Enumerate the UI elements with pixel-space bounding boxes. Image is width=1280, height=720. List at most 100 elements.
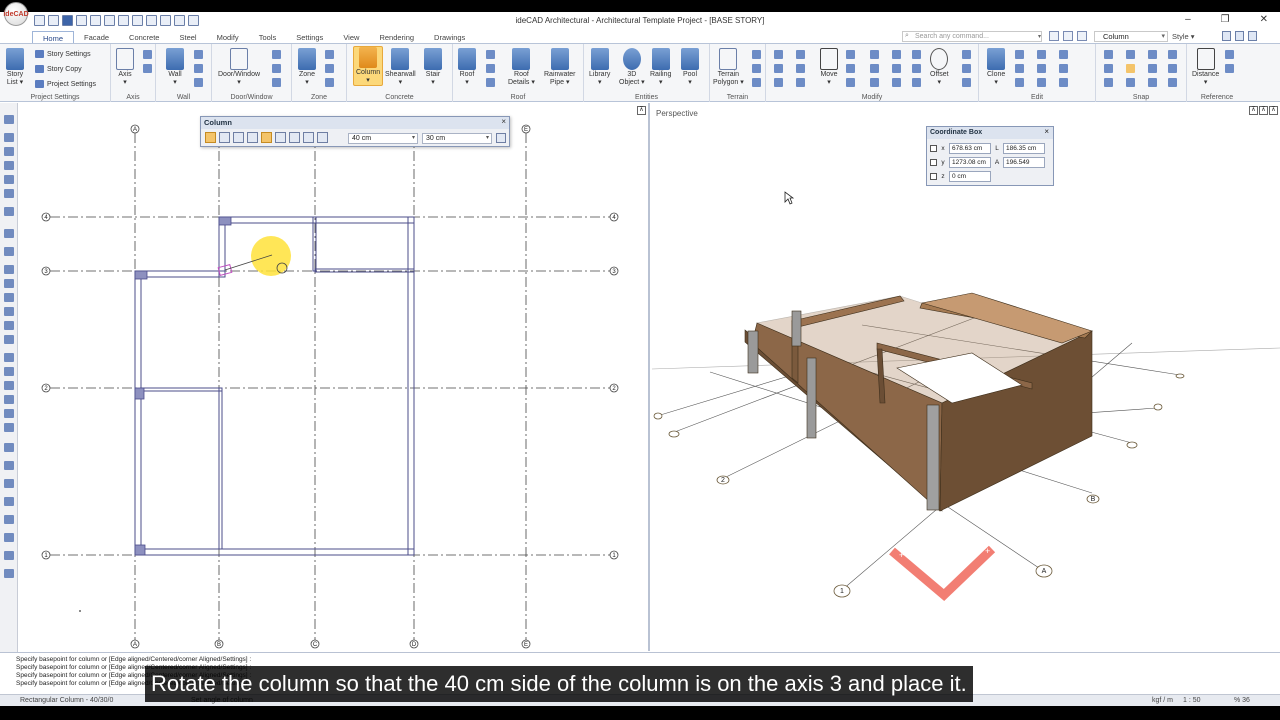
tool-24-icon[interactable] (4, 479, 14, 488)
tab-modify[interactable]: Modify (207, 31, 249, 43)
trim-icon[interactable] (870, 50, 879, 59)
roof-window-icon[interactable] (486, 78, 495, 87)
tool-16-icon[interactable] (4, 353, 14, 362)
pool-button[interactable]: Pool ▾ (681, 48, 699, 87)
tool-19-icon[interactable] (4, 395, 14, 404)
erase-icon[interactable] (912, 78, 921, 87)
window-edit-icon[interactable] (272, 64, 281, 73)
info-icon[interactable] (1235, 31, 1244, 41)
tab-settings[interactable]: Settings (286, 31, 333, 43)
distance-button[interactable]: Distance ▾ (1192, 48, 1219, 87)
ungroup-icon[interactable] (1059, 50, 1068, 59)
tab-home[interactable]: Home (32, 31, 75, 43)
snap-polar-icon[interactable] (1168, 50, 1177, 59)
tab-view[interactable]: View (333, 31, 369, 43)
modify-tool-9-icon[interactable] (962, 78, 971, 87)
snap-ortho-icon[interactable] (1148, 78, 1157, 87)
tool-14-icon[interactable] (4, 321, 14, 330)
polygon-column-icon[interactable] (233, 132, 244, 143)
wall-b-lower[interactable] (218, 387, 223, 550)
break-icon[interactable] (892, 78, 901, 87)
tool-8-icon[interactable] (4, 229, 14, 238)
snap-intersect-icon[interactable] (1126, 50, 1135, 59)
tab-facade[interactable]: Facade (74, 31, 119, 43)
rotate-column-icon[interactable] (317, 132, 328, 143)
chamfer-icon[interactable] (892, 64, 901, 73)
modify-tool-6-icon[interactable] (796, 78, 805, 87)
tool-12-icon[interactable] (4, 293, 14, 302)
persp-bubble-3[interactable] (668, 430, 680, 438)
rectangular-column-icon[interactable] (205, 132, 216, 143)
railing-button[interactable]: Railing ▾ (650, 48, 671, 87)
tool-25-icon[interactable] (4, 497, 14, 506)
wall-edit-icon[interactable] (194, 64, 203, 73)
column-3d-1[interactable] (747, 330, 759, 374)
coord-l-field[interactable]: 186.35 cm (1003, 143, 1045, 154)
restore-button[interactable]: ❐ (1221, 14, 1230, 25)
view-split-icon[interactable]: ⊼ (1259, 106, 1268, 115)
view-tile-icon[interactable]: ⊼ (1249, 106, 1258, 115)
stretch-icon[interactable] (870, 78, 879, 87)
copy-icon[interactable] (1015, 50, 1024, 59)
offset-button[interactable]: Offset ▾ (930, 48, 949, 87)
story-settings-button[interactable]: Story Settings (35, 50, 91, 58)
axis-tool-icon[interactable] (143, 50, 152, 59)
column-width-select[interactable]: 40 cm (348, 133, 418, 144)
status-zoom[interactable]: % 36 (1234, 697, 1250, 704)
wall-layer-icon[interactable] (194, 78, 203, 87)
column-3d-3[interactable] (806, 357, 817, 439)
plan-viewport[interactable]: A E A B C D E 4 3 2 1 4 3 2 1 ⊼ (18, 103, 650, 651)
tab-tools[interactable]: Tools (249, 31, 287, 43)
opening-icon[interactable] (272, 78, 281, 87)
group-icon[interactable] (1037, 78, 1046, 87)
search-dropdown-icon[interactable]: ▾ (1038, 33, 1041, 40)
tool-29-icon[interactable] (4, 569, 14, 578)
tool-9-icon[interactable] (4, 247, 14, 256)
wall-button[interactable]: Wall ▾ (166, 48, 184, 87)
view-expand-icon[interactable]: ⊼ (1269, 106, 1278, 115)
command-search-input[interactable]: Search any command... (902, 31, 1042, 42)
column-toolbar-title[interactable]: Column (201, 117, 509, 129)
active-command-select[interactable]: Column (1094, 31, 1168, 42)
modify-tool-4-icon[interactable] (796, 50, 805, 59)
column-3d-4[interactable] (926, 404, 940, 511)
column-align-icon[interactable] (261, 132, 272, 143)
tool-1-icon[interactable] (4, 115, 14, 124)
tool-26-icon[interactable] (4, 515, 14, 524)
story-list-button[interactable]: Story List ▾ (6, 48, 24, 87)
tab-rendering[interactable]: Rendering (369, 31, 424, 43)
tab-concrete[interactable]: Concrete (119, 31, 169, 43)
roof-button[interactable]: Roof ▾ (458, 48, 476, 87)
rotate-icon[interactable] (846, 50, 855, 59)
terrain-edit-icon[interactable] (752, 64, 761, 73)
close-icon[interactable]: × (1044, 127, 1049, 136)
zone-button[interactable]: Zone ▾ (298, 48, 316, 87)
zone-table-icon[interactable] (325, 78, 334, 87)
lock-y-checkbox[interactable] (930, 159, 937, 166)
cut-icon[interactable] (1015, 78, 1024, 87)
tool-18-icon[interactable] (4, 381, 14, 390)
column-b4[interactable] (218, 216, 232, 226)
wall-3-left[interactable] (134, 270, 226, 278)
rainwater-pipe-button[interactable]: Rainwater Pipe ▾ (544, 48, 576, 87)
tool-11-icon[interactable] (4, 279, 14, 288)
scale-icon[interactable] (846, 78, 855, 87)
snap-nearest-icon[interactable] (1148, 50, 1157, 59)
app-menu-button[interactable]: ideCAD (3, 2, 29, 26)
snap-endpoint-icon[interactable] (1104, 50, 1113, 59)
zone-fill-icon[interactable] (325, 64, 334, 73)
join-icon[interactable] (912, 50, 921, 59)
wall-a[interactable] (134, 270, 142, 556)
columns[interactable] (134, 216, 232, 556)
lock-x-checkbox[interactable] (930, 145, 937, 152)
wall-d[interactable] (407, 216, 415, 556)
align-edge-icon[interactable] (275, 132, 286, 143)
move-button[interactable]: Move ▾ (820, 48, 838, 87)
angle-icon[interactable] (1225, 64, 1234, 73)
wall-1[interactable] (134, 548, 415, 556)
match-icon[interactable] (1037, 64, 1046, 73)
snap-track-icon[interactable] (1168, 64, 1177, 73)
tool-28-icon[interactable] (4, 551, 14, 560)
modify-tool-5-icon[interactable] (796, 64, 805, 73)
status-units[interactable]: kgf / m (1152, 697, 1173, 704)
